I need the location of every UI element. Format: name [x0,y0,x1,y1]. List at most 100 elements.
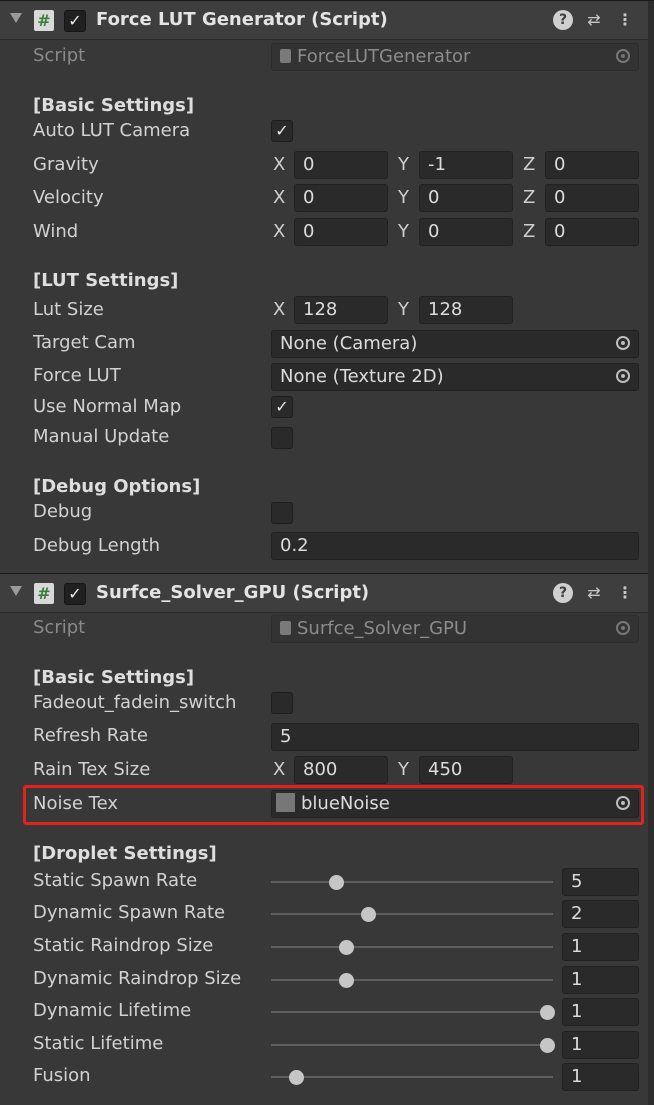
script-value: ForceLUTGenerator [297,46,471,67]
wind-x-field[interactable]: 0 [294,218,388,246]
script-label: Script [33,617,86,638]
refresh-rate-field[interactable]: 5 [271,723,639,751]
gravity-y-axis-label: Y [398,154,409,175]
script-value: Surfce_Solver_GPU [297,618,468,639]
rain-tex-size-x-axis-label: X [273,759,286,780]
wind-label: Wind [33,221,79,242]
rain-tex-size-x-field[interactable]: 800 [294,756,388,784]
slider-value-field[interactable]: 2 [562,900,639,928]
wind-y-axis-label: Y [398,221,409,242]
section-basic-settings: [Basic Settings] [33,95,195,116]
script-file-icon [280,49,291,63]
velocity-z-axis-label: Z [523,187,536,208]
wind-y-field[interactable]: 0 [419,218,513,246]
script-field[interactable]: ForceLUTGenerator [271,43,639,71]
velocity-label: Velocity [33,187,104,208]
foldout-arrow-icon[interactable] [10,13,22,23]
fadeout-switch-label: Fadeout_fadein_switch [33,692,237,713]
slider-track[interactable] [271,907,553,922]
lut-size-label: Lut Size [33,299,104,320]
debug-label: Debug [33,501,93,522]
slider-handle[interactable] [540,1005,556,1020]
target-cam-field[interactable]: None (Camera) [271,330,639,358]
slider-label: Dynamic Raindrop Size [33,968,242,989]
slider-track[interactable] [271,973,553,988]
scrollbar[interactable] [648,1,654,1105]
lut-size-x-field[interactable]: 128 [294,296,388,324]
preset-icon[interactable]: ⇄ [584,10,604,30]
slider-handle[interactable] [289,1070,305,1085]
refresh-rate-label: Refresh Rate [33,725,148,746]
lut-size-x-axis-label: X [273,299,286,320]
slider-handle[interactable] [338,973,354,988]
slider-label: Dynamic Spawn Rate [33,902,226,923]
force-lut-label: Force LUT [33,365,121,386]
foldout-arrow-icon[interactable] [10,586,22,596]
component-enabled-checkbox[interactable]: ✓ [64,583,86,605]
slider-track[interactable] [271,1038,556,1053]
debug-checkbox[interactable] [271,502,293,524]
object-picker-icon[interactable] [616,49,630,63]
wind-x-axis-label: X [273,221,286,242]
target-cam-label: Target Cam [33,332,136,353]
script-label: Script [33,45,86,66]
use-normal-map-checkbox[interactable]: ✓ [271,396,293,418]
more-options-icon[interactable]: ⋮ [615,10,635,30]
auto-lut-camera-checkbox[interactable]: ✓ [271,120,293,142]
slider-value-field[interactable]: 1 [562,998,639,1026]
slider-label: Fusion [33,1065,91,1086]
gravity-y-field[interactable]: -1 [419,151,513,179]
slider-value-field[interactable]: 1 [562,1063,639,1091]
gravity-z-field[interactable]: 0 [545,151,639,179]
component-header-surfce-solver[interactable]: # ✓ Surfce_Solver_GPU (Script) ? ⇄ ⋮ [0,573,654,613]
component-title[interactable]: Surfce_Solver_GPU (Script) [96,582,369,603]
object-picker-icon[interactable] [616,336,630,350]
component-header-force-lut[interactable]: # ✓ Force LUT Generator (Script) ? ⇄ ⋮ [0,0,654,40]
script-file-icon [280,621,291,635]
preset-icon[interactable]: ⇄ [584,583,604,603]
auto-lut-camera-label: Auto LUT Camera [33,120,191,141]
slider-handle[interactable] [338,940,354,955]
slider-value-field[interactable]: 1 [562,1031,639,1059]
manual-update-checkbox[interactable] [271,427,293,449]
force-lut-field[interactable]: None (Texture 2D) [271,363,639,391]
component-title[interactable]: Force LUT Generator (Script) [96,9,388,30]
slider-handle[interactable] [540,1038,556,1053]
more-options-icon[interactable]: ⋮ [615,583,635,603]
debug-length-field[interactable]: 0.2 [271,532,639,560]
lut-size-y-field[interactable]: 128 [419,296,513,324]
slider-label: Static Lifetime [33,1033,164,1054]
script-field[interactable]: Surfce_Solver_GPU [271,615,639,643]
wind-z-axis-label: Z [523,221,536,242]
slider-handle[interactable] [361,907,377,922]
slider-track[interactable] [271,875,553,890]
velocity-x-field[interactable]: 0 [294,184,388,212]
object-picker-icon[interactable] [616,621,630,635]
gravity-z-axis-label: Z [523,154,536,175]
wind-z-field[interactable]: 0 [545,218,639,246]
rain-tex-size-y-field[interactable]: 450 [419,756,513,784]
component-enabled-checkbox[interactable]: ✓ [64,10,86,32]
slider-value-field[interactable]: 1 [562,933,639,961]
help-icon[interactable]: ? [553,583,573,603]
object-picker-icon[interactable] [616,369,630,383]
slider-value-field[interactable]: 1 [562,966,639,994]
force-lut-value: None (Texture 2D) [280,366,444,387]
slider-track[interactable] [271,940,553,955]
script-hash-icon: # [34,10,54,31]
velocity-x-axis-label: X [273,187,286,208]
slider-value-field[interactable]: 5 [562,868,639,896]
slider-track[interactable] [271,1070,553,1085]
help-icon[interactable]: ? [553,10,573,30]
slider-label: Dynamic Lifetime [33,1000,192,1021]
manual-update-label: Manual Update [33,426,170,447]
slider-handle[interactable] [328,875,344,890]
gravity-x-field[interactable]: 0 [294,151,388,179]
section-debug-options: [Debug Options] [33,476,201,497]
gravity-x-axis-label: X [273,154,286,175]
slider-label: Static Raindrop Size [33,935,214,956]
velocity-z-field[interactable]: 0 [545,184,639,212]
slider-track[interactable] [271,1005,556,1020]
velocity-y-field[interactable]: 0 [419,184,513,212]
fadeout-switch-checkbox[interactable] [271,692,293,714]
